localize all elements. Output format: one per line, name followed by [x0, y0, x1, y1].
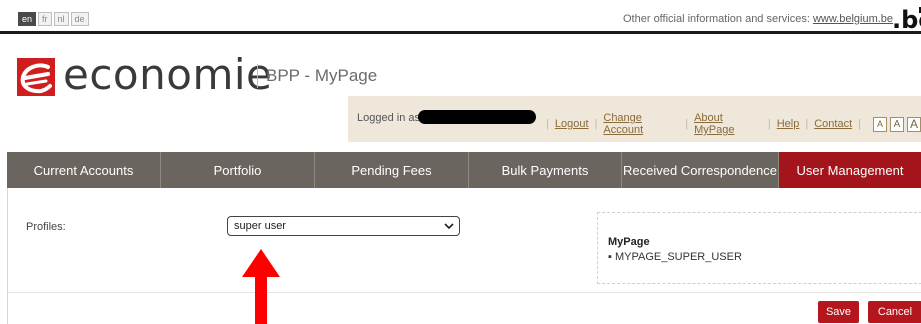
belgium-link[interactable]: www.belgium.be [813, 13, 893, 25]
divider [8, 292, 921, 293]
page: en fr nl de Other official information a… [0, 0, 921, 324]
font-medium-button[interactable]: A [890, 116, 904, 132]
save-button[interactable]: Save [818, 301, 859, 323]
about-mypage-link[interactable]: About MyPage [694, 112, 762, 136]
link-separator: | [546, 118, 549, 130]
cancel-button[interactable]: Cancel [868, 301, 921, 323]
lang-nl[interactable]: nl [53, 12, 69, 26]
language-switcher: en fr nl de [18, 12, 89, 26]
profiles-label: Profiles: [26, 221, 66, 233]
lang-en[interactable]: en [18, 12, 37, 26]
font-large-button[interactable]: A [907, 116, 921, 132]
font-size-controls: A A A [873, 116, 921, 132]
font-small-button[interactable]: A [873, 116, 887, 132]
logout-link[interactable]: Logout [555, 118, 589, 130]
belgium-be-logo[interactable]: .be [892, 6, 921, 32]
profile-select-value: super user [234, 220, 286, 232]
economie-logo-icon [17, 58, 55, 96]
link-separator: | [685, 118, 689, 130]
contact-link[interactable]: Contact [814, 118, 852, 130]
link-separator: | [805, 118, 809, 130]
help-link[interactable]: Help [777, 118, 800, 130]
brand-divider [257, 64, 258, 88]
top-bar: en fr nl de Other official information a… [0, 0, 921, 34]
main-nav: Current Accounts Portfolio Pending Fees … [7, 152, 921, 188]
brand-name: economie [63, 50, 273, 99]
link-separator: | [858, 118, 861, 130]
tab-bulk-payments[interactable]: Bulk Payments [469, 152, 622, 188]
tab-user-management[interactable]: User Management [779, 152, 921, 188]
chevron-down-icon [444, 223, 454, 230]
be-logo-text: .be [892, 6, 921, 32]
official-info-text: Other official information and services: [623, 13, 810, 25]
lang-fr[interactable]: fr [38, 12, 52, 26]
tab-received-correspondence[interactable]: Received Correspondence [622, 152, 779, 188]
user-links: | Logout | Change Account | About MyPage… [540, 112, 921, 136]
redacted-username [418, 110, 536, 124]
official-info: Other official information and services:… [623, 13, 893, 25]
annotation-arrow-icon [242, 249, 280, 324]
permission-item-label: MYPAGE_SUPER_USER [614, 251, 742, 263]
link-separator: | [594, 118, 598, 130]
user-management-panel: Profiles: super user MyPage ▪ MYPAGE_SUP… [7, 188, 921, 324]
tab-current-accounts[interactable]: Current Accounts [7, 152, 161, 188]
profile-select[interactable]: super user [227, 216, 460, 236]
app-name: BPP - MyPage [266, 66, 378, 85]
permissions-title: MyPage [608, 236, 650, 248]
lang-de[interactable]: de [70, 12, 89, 26]
permissions-box: MyPage ▪ MYPAGE_SUPER_USER [597, 212, 921, 284]
permission-item: ▪ MYPAGE_SUPER_USER [608, 251, 742, 263]
link-separator: | [767, 118, 771, 130]
change-account-link[interactable]: Change Account [603, 112, 679, 136]
tab-portfolio[interactable]: Portfolio [161, 152, 315, 188]
logged-in-label: Logged in as: [357, 112, 424, 124]
user-bar: Logged in as: | Logout | Change Account … [348, 96, 921, 142]
tab-pending-fees[interactable]: Pending Fees [315, 152, 469, 188]
